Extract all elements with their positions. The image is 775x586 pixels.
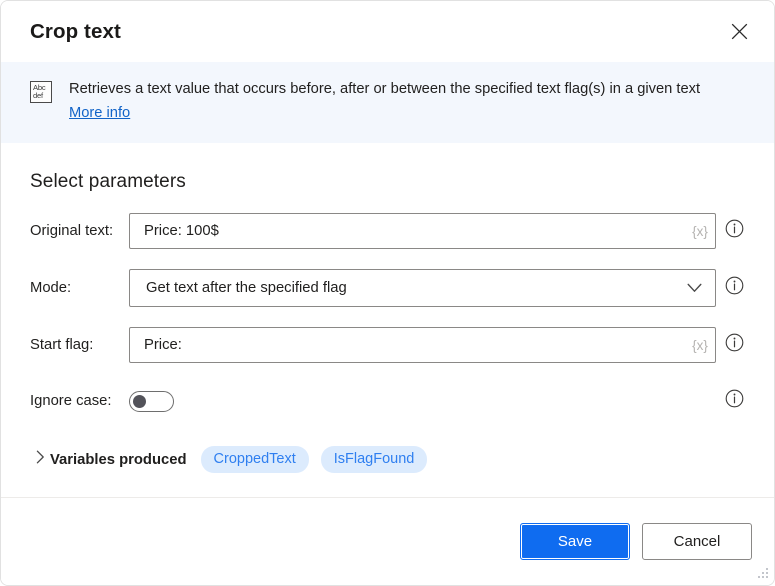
close-button[interactable] bbox=[722, 15, 756, 49]
chevron-right-icon bbox=[36, 450, 45, 469]
abc-def-text-icon: Abc def bbox=[30, 81, 52, 103]
info-button-mode[interactable] bbox=[716, 276, 752, 300]
variable-pill-is-flag-found[interactable]: IsFlagFound bbox=[320, 446, 428, 473]
label-original-text: Original text: bbox=[30, 223, 114, 239]
variables-produced-label[interactable]: Variables produced bbox=[50, 452, 187, 468]
crop-text-dialog: Crop text Abc def Retrieves a text value… bbox=[0, 0, 775, 586]
label-mode: Mode: bbox=[30, 280, 72, 296]
variable-pill-cropped-text[interactable]: CroppedText bbox=[200, 446, 309, 473]
info-icon bbox=[725, 389, 744, 413]
info-banner: Abc def Retrieves a text value that occu… bbox=[1, 62, 774, 143]
dialog-titlebar: Crop text bbox=[1, 1, 774, 62]
variables-produced-expander[interactable] bbox=[30, 450, 50, 469]
original-text-value: Price: 100$ bbox=[144, 223, 219, 239]
field-row-mode: Mode: Get text after the specified flag bbox=[30, 269, 752, 307]
toggle-knob bbox=[133, 394, 146, 408]
abc-def-icon-bottom: def bbox=[33, 91, 43, 100]
info-button-ignore-case[interactable] bbox=[716, 389, 752, 413]
mode-dropdown[interactable]: Get text after the specified flag bbox=[129, 269, 716, 307]
control-original-text: Price: 100$ {x} bbox=[129, 213, 716, 249]
field-row-start-flag: Start flag: Price: {x} bbox=[30, 327, 752, 363]
info-button-start-flag[interactable] bbox=[716, 333, 752, 357]
section-title: Select parameters bbox=[30, 171, 186, 192]
resize-grip-icon[interactable] bbox=[756, 568, 769, 581]
start-flag-input[interactable]: Price: {x} bbox=[129, 327, 716, 363]
info-icon bbox=[725, 219, 744, 243]
cancel-button[interactable]: Cancel bbox=[642, 523, 752, 560]
parameters-section: Select parameters Original text: Price: … bbox=[1, 143, 774, 497]
more-info-link[interactable]: More info bbox=[69, 103, 130, 123]
field-row-original-text: Original text: Price: 100$ {x} bbox=[30, 213, 752, 249]
control-start-flag: Price: {x} bbox=[129, 327, 716, 363]
info-button-original-text[interactable] bbox=[716, 219, 752, 243]
info-icon bbox=[725, 333, 744, 357]
close-icon bbox=[731, 23, 748, 40]
label-ignore-case: Ignore case: bbox=[30, 393, 112, 409]
original-text-input[interactable]: Price: 100$ {x} bbox=[129, 213, 716, 249]
variable-picker-button-original-text[interactable]: {x} bbox=[685, 214, 715, 248]
ignore-case-toggle[interactable] bbox=[129, 390, 174, 412]
save-button[interactable]: Save bbox=[520, 523, 630, 560]
start-flag-value: Price: bbox=[144, 337, 182, 353]
page-title: Crop text bbox=[30, 19, 121, 43]
dialog-footer: Save Cancel bbox=[1, 497, 774, 585]
field-row-ignore-case: Ignore case: bbox=[30, 389, 752, 413]
control-mode: Get text after the specified flag bbox=[129, 269, 716, 307]
chevron-down-icon bbox=[685, 283, 703, 293]
variable-picker-button-start-flag[interactable]: {x} bbox=[685, 328, 715, 362]
info-icon bbox=[725, 276, 744, 300]
label-start-flag: Start flag: bbox=[30, 337, 94, 353]
action-description: Retrieves a text value that occurs befor… bbox=[69, 81, 701, 97]
info-banner-body: Retrieves a text value that occurs befor… bbox=[69, 79, 700, 123]
variables-produced-row: Variables produced CroppedText IsFlagFou… bbox=[30, 446, 752, 473]
mode-selected-value: Get text after the specified flag bbox=[146, 280, 347, 296]
